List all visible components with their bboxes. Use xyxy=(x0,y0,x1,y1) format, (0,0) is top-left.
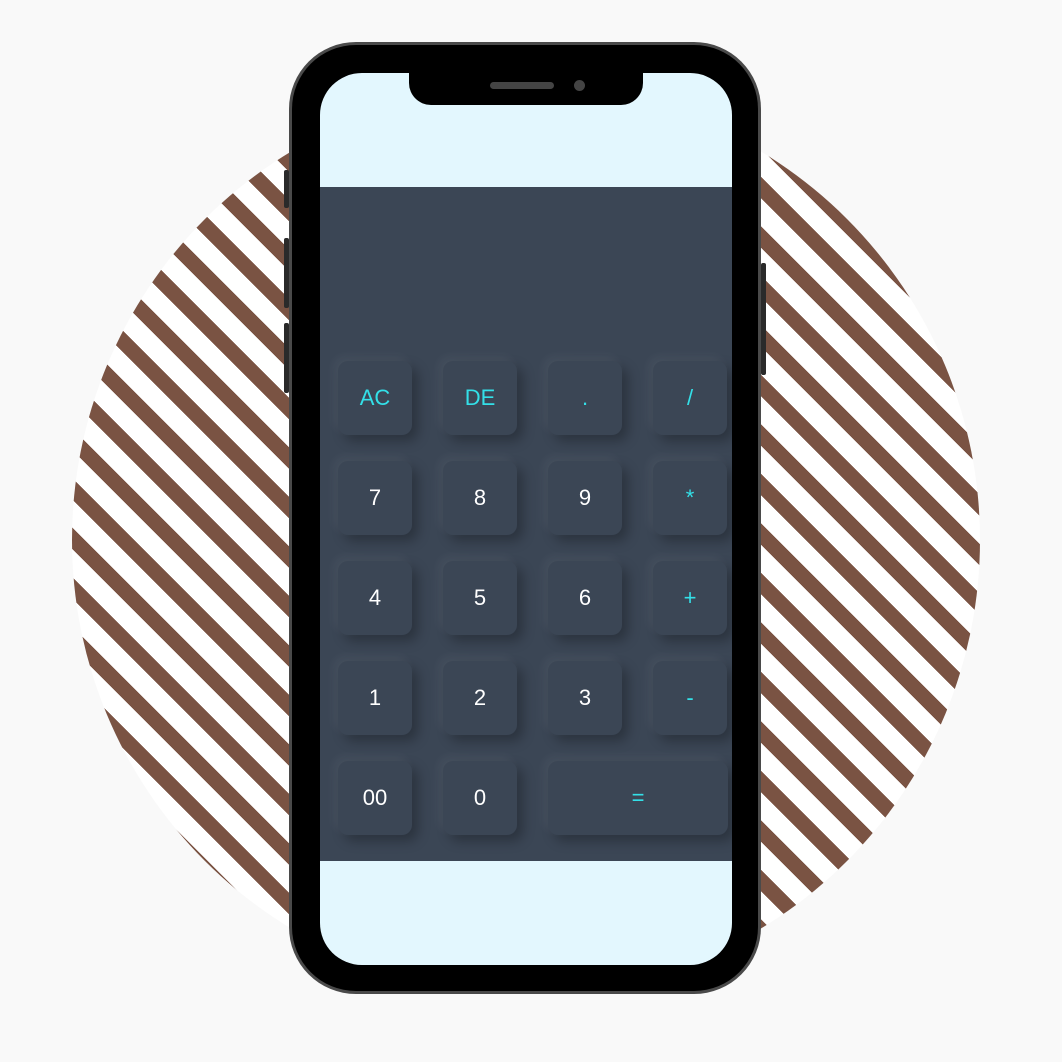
keypad: AC DE . / 7 8 9 * 4 5 6 + 1 2 3 - 00 0 = xyxy=(338,361,732,837)
key-equals[interactable]: = xyxy=(548,761,728,835)
calculator: AC DE . / 7 8 9 * 4 5 6 + 1 2 3 - 00 0 = xyxy=(320,187,732,861)
volume-down-button xyxy=(284,323,289,393)
key-multiply[interactable]: * xyxy=(653,461,727,535)
volume-up-button xyxy=(284,238,289,308)
power-button xyxy=(761,263,766,375)
key-decimal[interactable]: . xyxy=(548,361,622,435)
phone-screen: AC DE . / 7 8 9 * 4 5 6 + 1 2 3 - 00 0 = xyxy=(320,73,732,965)
calculator-display xyxy=(320,187,732,347)
key-0[interactable]: 0 xyxy=(443,761,517,835)
phone-frame: AC DE . / 7 8 9 * 4 5 6 + 1 2 3 - 00 0 = xyxy=(284,45,766,991)
page-canvas: AC DE . / 7 8 9 * 4 5 6 + 1 2 3 - 00 0 = xyxy=(0,0,1062,1062)
key-subtract[interactable]: - xyxy=(653,661,727,735)
key-double-zero[interactable]: 00 xyxy=(338,761,412,835)
key-divide[interactable]: / xyxy=(653,361,727,435)
key-delete[interactable]: DE xyxy=(443,361,517,435)
key-8[interactable]: 8 xyxy=(443,461,517,535)
key-5[interactable]: 5 xyxy=(443,561,517,635)
key-add[interactable]: + xyxy=(653,561,727,635)
key-1[interactable]: 1 xyxy=(338,661,412,735)
key-4[interactable]: 4 xyxy=(338,561,412,635)
camera-icon xyxy=(574,80,585,91)
key-6[interactable]: 6 xyxy=(548,561,622,635)
key-9[interactable]: 9 xyxy=(548,461,622,535)
silent-switch xyxy=(284,170,289,208)
speaker-icon xyxy=(490,82,554,89)
key-2[interactable]: 2 xyxy=(443,661,517,735)
key-3[interactable]: 3 xyxy=(548,661,622,735)
phone-notch xyxy=(409,73,643,105)
key-all-clear[interactable]: AC xyxy=(338,361,412,435)
key-7[interactable]: 7 xyxy=(338,461,412,535)
